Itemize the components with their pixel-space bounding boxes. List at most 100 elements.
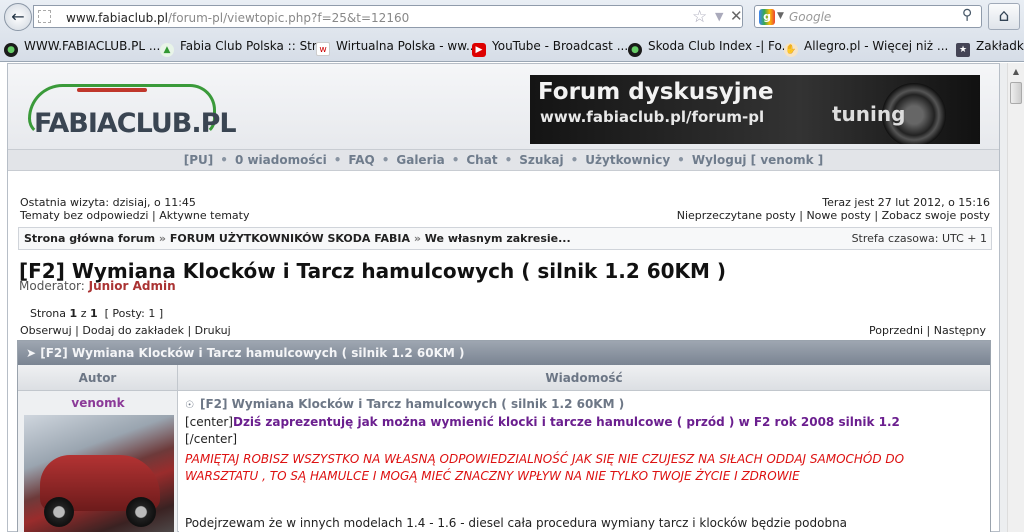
timezone-text: Strefa czasowa: UTC + 1	[851, 232, 987, 245]
forum-page: FABIACLUB.PL Forum dyskusyjne www.fabiac…	[7, 63, 1000, 532]
bookmark-item[interactable]: ▶ YouTube - Broadcast ...	[472, 39, 628, 57]
pagination-info: Strona 1 z 1 [ Posty: 1 ]	[30, 307, 163, 320]
url-dropdown-icon[interactable]: ▼	[715, 10, 723, 23]
post-body: ☉ [F2] Wymiana Klocków i Tarcz hamulcowyc…	[179, 391, 990, 532]
nav-gallery[interactable]: Galeria	[396, 153, 444, 167]
bbcode-close: [/center]	[185, 432, 238, 446]
current-time-text: Teraz jest 27 lut 2012, o 15:16	[822, 196, 990, 209]
scroll-up-icon[interactable]: ▲	[1009, 65, 1023, 79]
next-topic-link[interactable]: Następny	[934, 324, 986, 337]
post-icon: ☉	[185, 400, 194, 411]
url-text[interactable]: www.fabiaclub.pl/forum-pl/viewtopic.php?…	[66, 11, 409, 25]
url-host: www.fabiaclub.pl	[66, 11, 168, 25]
forum-banner[interactable]: Forum dyskusyjne www.fabiaclub.pl/forum-…	[530, 75, 980, 144]
page-label: Strona	[30, 307, 67, 320]
bookmark-label: YouTube - Broadcast ...	[492, 39, 629, 53]
previous-topic-link[interactable]: Poprzedni	[869, 324, 923, 337]
page-viewport: FABIACLUB.PL Forum dyskusyjne www.fabiac…	[7, 63, 1007, 532]
page-current: 1	[69, 307, 78, 320]
active-topics-link[interactable]: Aktywne tematy	[159, 209, 249, 222]
skoda-icon: ●	[4, 43, 18, 57]
bookmark-item[interactable]: ▲ Fabia Club Polska :: Str...	[160, 39, 327, 57]
site-header: FABIACLUB.PL Forum dyskusyjne www.fabiac…	[8, 64, 999, 149]
search-input[interactable]: Google	[789, 10, 831, 24]
bookmark-label: Wirtualna Polska - ww...	[336, 39, 478, 53]
thread-header-title[interactable]: [F2] Wymiana Klocków i Tarcz hamulcowych…	[40, 346, 464, 360]
bookmark-link[interactable]: Dodaj do zakładek	[82, 324, 184, 337]
scrollbar-thumb[interactable]	[1010, 82, 1022, 104]
topic-actions: Obserwuj | Dodaj do zakładek | Drukuj Po…	[20, 324, 986, 337]
bookmarks-bar: ● WWW.FABIACLUB.PL ... ▲ Fabia Club Polska…	[0, 36, 1024, 58]
bookmark-item[interactable]: ● Skoda Club Index -| Fo...	[628, 39, 793, 57]
new-posts-link[interactable]: Nowe posty	[806, 209, 871, 222]
skoda-icon: ●	[628, 43, 642, 57]
post-author-cell: venomk	[18, 391, 178, 532]
avatar-wheel	[126, 497, 156, 527]
home-button[interactable]: ⌂	[988, 3, 1020, 30]
breadcrumb-separator: »	[158, 232, 167, 245]
unanswered-topics-link[interactable]: Tematy bez odpowiedzi	[20, 209, 148, 222]
page-icon	[38, 10, 51, 23]
bookmark-label: WWW.FABIACLUB.PL ...	[24, 39, 161, 53]
nav-faq[interactable]: FAQ	[348, 153, 374, 167]
page-total: 1	[89, 307, 98, 320]
bookmarks-menu[interactable]: ★ Zakładki	[956, 39, 1024, 57]
bookmark-item[interactable]: ✋ Allegro.pl - Więcej niż ...	[784, 39, 948, 57]
bbcode-open: [center]	[185, 415, 233, 429]
nav-messages-count[interactable]: 0 wiadomości	[235, 153, 327, 167]
banner-url: www.fabiaclub.pl/forum-pl	[540, 108, 765, 126]
bookmark-label: Fabia Club Polska :: Str...	[180, 39, 328, 53]
column-headers: Autor Wiadomość	[18, 365, 990, 391]
address-bar[interactable]: www.fabiaclub.pl/forum-pl/viewtopic.php?…	[33, 5, 743, 28]
breadcrumb-subforum[interactable]: We własnym zakresie...	[425, 232, 571, 245]
logo-text: FABIACLUB.PL	[34, 108, 237, 139]
quick-links-row: Tematy bez odpowiedzi | Aktywne tematy N…	[20, 209, 990, 222]
author-name-link[interactable]: venomk	[18, 396, 178, 410]
fabiaclub-logo[interactable]: FABIACLUB.PL	[22, 76, 237, 146]
posts-count: [ Posty: 1 ]	[104, 307, 164, 320]
bookmark-label: Allegro.pl - Więcej niż ...	[804, 39, 949, 53]
thread-header: ➤ [F2] Wymiana Klocków i Tarcz hamulcowy…	[18, 341, 990, 365]
unread-posts-link[interactable]: Nieprzeczytane posty	[677, 209, 796, 222]
search-box[interactable]: g ▼ Google ⚲	[754, 5, 982, 28]
search-engine-dropdown-icon[interactable]: ▼	[777, 11, 784, 21]
column-author: Autor	[18, 365, 178, 391]
logo-red-stripe	[77, 88, 147, 92]
moderator-label: Moderator:	[19, 279, 85, 293]
nav-users[interactable]: Użytkownicy	[585, 153, 670, 167]
bookmark-item[interactable]: ● WWW.FABIACLUB.PL ...	[4, 39, 160, 57]
nav-search[interactable]: Szukaj	[519, 153, 563, 167]
own-posts-link[interactable]: Zobacz swoje posty	[882, 209, 990, 222]
avatar[interactable]	[24, 415, 174, 532]
nav-private-messages[interactable]: [PU]	[184, 153, 214, 167]
back-button[interactable]: ←	[4, 3, 32, 31]
breadcrumb: Strona główna forum » FORUM UŻYTKOWNIKÓW…	[18, 227, 992, 250]
breadcrumb-forum[interactable]: FORUM UŻYTKOWNIKÓW SKODA FABIA	[170, 232, 410, 245]
page-scrollbar[interactable]: ▲	[1007, 63, 1024, 532]
observe-link[interactable]: Obserwuj	[20, 324, 72, 337]
last-visit-text: Ostatnia wizyta: dzisiaj, o 11:45	[20, 196, 196, 209]
bookmarks-icon: ★	[956, 43, 970, 57]
nav-chat[interactable]: Chat	[466, 153, 497, 167]
banner-title: Forum dyskusyjne	[538, 79, 774, 105]
google-icon[interactable]: g	[759, 9, 775, 25]
post-title-text: [F2] Wymiana Klocków i Tarcz hamulcowych…	[199, 397, 625, 411]
post-title[interactable]: ☉ [F2] Wymiana Klocków i Tarcz hamulcowyc…	[185, 397, 624, 411]
bookmark-item[interactable]: w Wirtualna Polska - ww...	[316, 39, 477, 56]
breadcrumb-home[interactable]: Strona główna forum	[24, 232, 155, 245]
post-warning: PAMIĘTAJ ROBISZ WSZYSTKO NA WŁASNĄ ODPOW…	[185, 452, 905, 483]
search-icon[interactable]: ⚲	[962, 7, 972, 23]
post-intro: [center]Dziś zaprezentuję jak można wymi…	[185, 415, 900, 429]
stop-icon[interactable]: ✕	[730, 7, 743, 25]
bookmark-star-icon[interactable]: ☆	[692, 7, 707, 27]
nav-logout[interactable]: Wyloguj [ venomk ]	[692, 153, 823, 167]
breadcrumb-separator: »	[413, 232, 421, 245]
print-link[interactable]: Drukuj	[195, 324, 231, 337]
column-message: Wiadomość	[545, 371, 623, 385]
visit-info-row: Ostatnia wizyta: dzisiaj, o 11:45 Teraz …	[20, 196, 990, 209]
url-path: /forum-pl/viewtopic.php?f=25&t=12160	[167, 11, 410, 25]
browser-chrome: ← www.fabiaclub.pl/forum-pl/viewtopic.ph…	[0, 0, 1024, 62]
back-arrow-icon: ←	[11, 7, 25, 26]
moderator-name-link[interactable]: Junior Admin	[89, 279, 176, 293]
moderator-line: Moderator: Junior Admin	[19, 279, 176, 293]
